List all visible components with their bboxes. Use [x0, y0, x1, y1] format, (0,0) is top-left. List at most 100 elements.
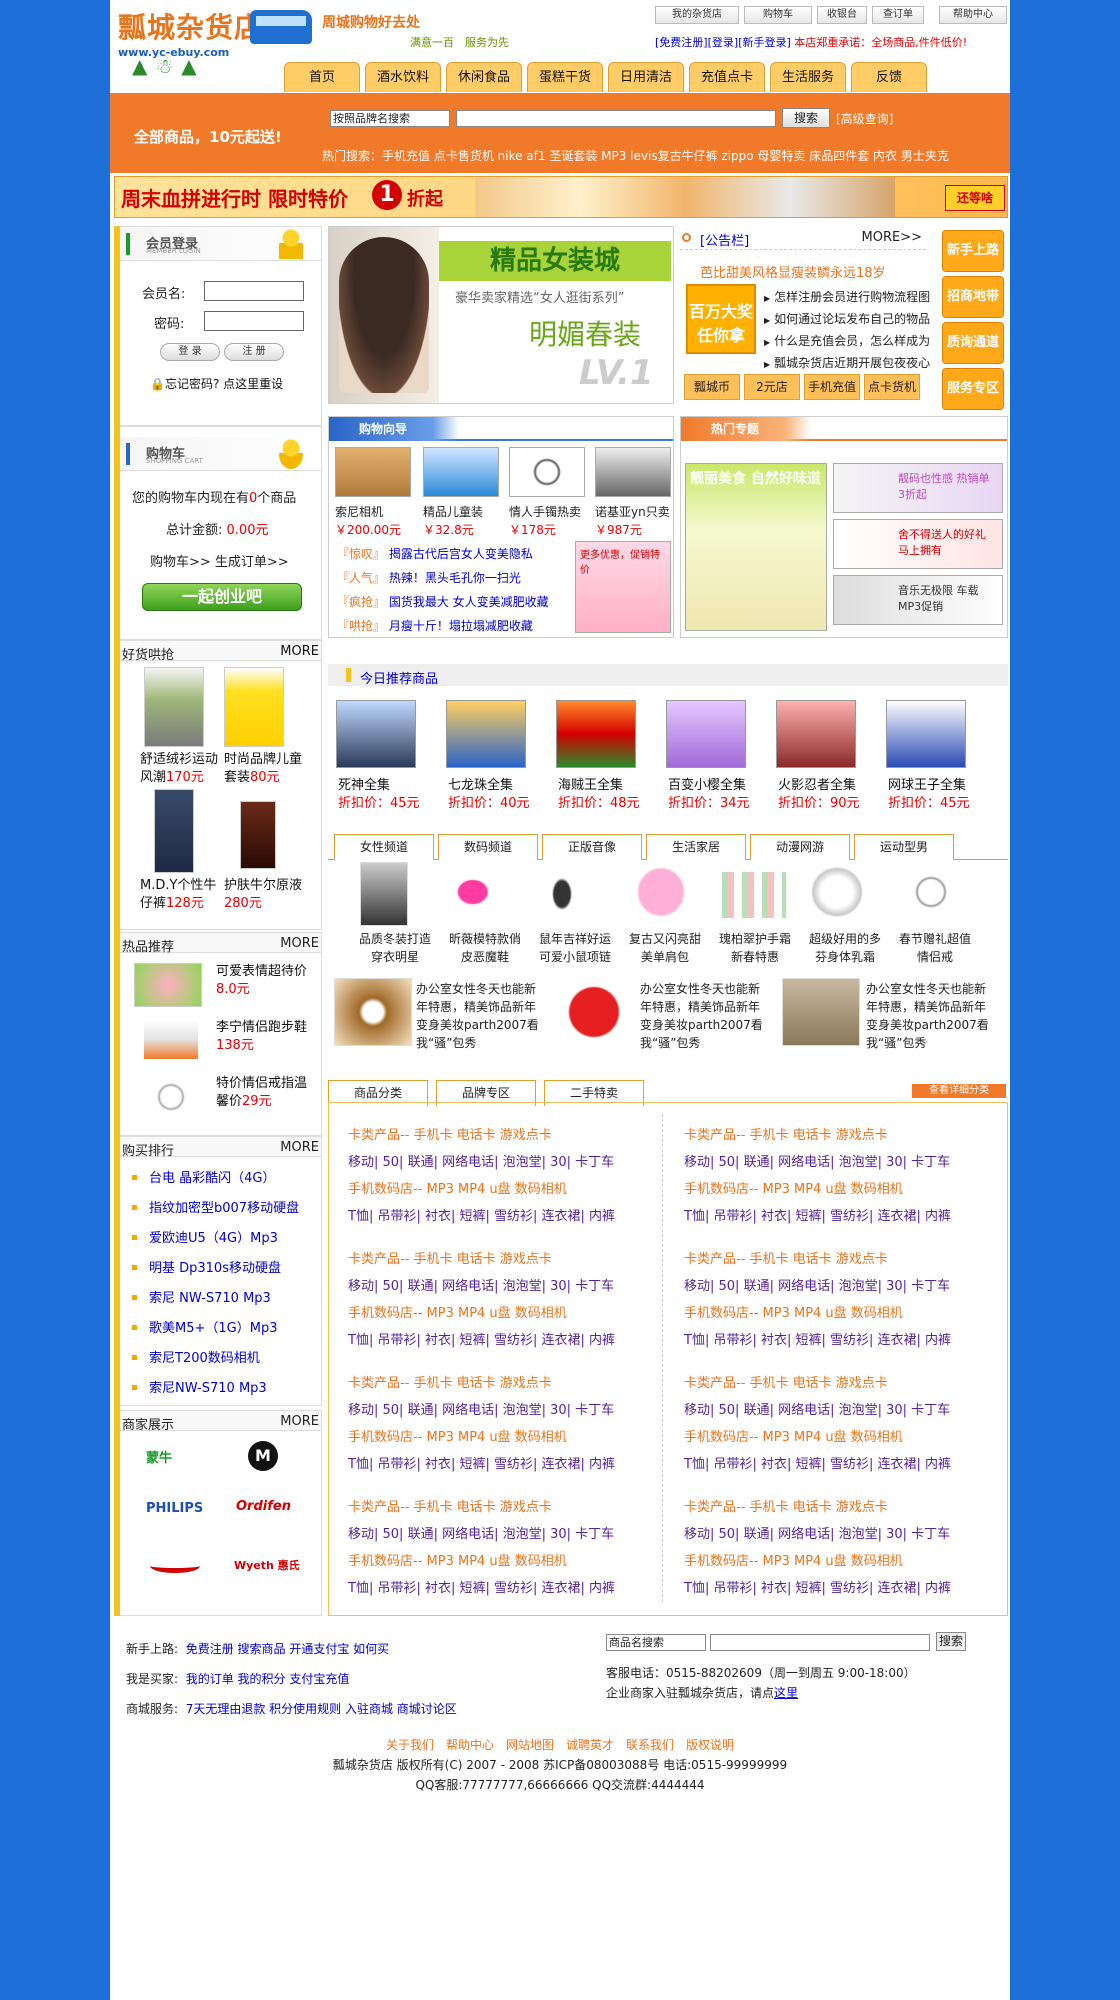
product-image[interactable] [334, 978, 412, 1046]
product-image[interactable] [144, 1019, 198, 1059]
anime-name[interactable]: 火影忍者全集 [778, 774, 856, 793]
rank-item[interactable]: 索尼NW-S710 Mp3 [120, 1377, 320, 1396]
product-image[interactable] [360, 862, 408, 926]
checkout-button[interactable]: 收银台 [817, 6, 867, 24]
tab-sports[interactable]: 运动型男 [854, 834, 954, 860]
rank-item[interactable]: 爱欧迪U5（4G）Mp3 [120, 1227, 320, 1246]
tab-digital[interactable]: 数码频道 [438, 834, 538, 860]
nav-drinks[interactable]: 酒水饮料 [365, 62, 441, 92]
password-input[interactable] [204, 311, 304, 331]
footer-search-select[interactable]: 商品名搜索 [606, 1634, 706, 1651]
ordifen-logo[interactable]: Ordifen [236, 1499, 291, 1514]
card-machine-button[interactable]: 点卡货机 [864, 374, 920, 400]
login-button[interactable]: 登 录 [160, 343, 220, 361]
footer-links[interactable]: 免费注册 搜索商品 开通支付宝 如何买 [186, 1642, 389, 1656]
category-link[interactable]: 手机数码店-- MP3 MP4 u盘 数码相机 [684, 1426, 903, 1445]
channel-item-name[interactable]: 品质冬装打造穿衣明星 [354, 930, 436, 966]
good-goods-more[interactable]: MORE [280, 644, 319, 659]
category-link[interactable]: 移动| 50| 联通| 网络电话| 泡泡堂| 30| 卡丁车 [684, 1151, 950, 1170]
category-link[interactable]: T恤| 吊带衫| 衬衣| 短裤| 雪纺衫| 连衣裙| 内裤 [348, 1329, 615, 1348]
promo-text[interactable]: 办公室女性冬天也能新年特惠，精美饰品新年变身美妆parth2007看我“骚”包秀 [866, 980, 990, 1052]
notice-item[interactable]: 如何通过论坛发布自己的物品 [764, 310, 930, 327]
register-button[interactable]: 注 册 [224, 343, 284, 361]
nav-cakes[interactable]: 蛋糕干货 [527, 62, 603, 92]
ycoin-button[interactable]: 瓢城币 [684, 374, 740, 400]
rank-item[interactable]: 歌美M5+（1G）Mp3 [120, 1317, 320, 1336]
footer-search-input[interactable] [710, 1634, 930, 1651]
lining-logo[interactable] [150, 1559, 200, 1573]
channel-item-name[interactable]: 瑰柏翠护手霜新春特惠 [714, 930, 796, 966]
food-promo[interactable]: 靓丽美食 自然好味道 [685, 463, 827, 631]
anime-name[interactable]: 网球王子全集 [888, 774, 966, 793]
nav-feedback[interactable]: 反馈 [851, 62, 927, 92]
category-link[interactable]: 移动| 50| 联通| 网络电话| 泡泡堂| 30| 卡丁车 [348, 1399, 614, 1418]
product-image[interactable] [224, 667, 284, 747]
product-name[interactable]: 时尚品牌儿童套装80元 [224, 751, 308, 787]
anime-name[interactable]: 七龙珠全集 [448, 774, 513, 793]
category-link[interactable]: T恤| 吊带衫| 衬衣| 短裤| 雪纺衫| 连衣裙| 内裤 [684, 1205, 951, 1224]
tab-female[interactable]: 女性频道 [334, 834, 434, 860]
featured-banner[interactable]: 精品女装城 豪华卖家精选“女人逛街系列” 明媚春装 LV.1 [328, 226, 674, 404]
product-image[interactable] [714, 872, 786, 918]
product-image[interactable] [560, 978, 628, 1046]
category-link[interactable]: 卡类产品-- 手机卡 电话卡 游戏点卡 [684, 1248, 888, 1267]
category-link[interactable]: 移动| 50| 联通| 网络电话| 泡泡堂| 30| 卡丁车 [684, 1399, 950, 1418]
notice-item[interactable]: 什么是充值会员，怎么样成为 [764, 332, 930, 349]
investment-button[interactable]: 招商地带 [942, 276, 1004, 318]
guide-link[interactable]: 『惊叹』 揭露古代后宫女人变美隐私 [337, 545, 533, 562]
product-image[interactable] [240, 801, 276, 869]
product-image[interactable] [154, 789, 194, 873]
notice-item[interactable]: 怎样注册会员进行购物流程图 [764, 288, 930, 305]
category-link[interactable]: 卡类产品-- 手机卡 电话卡 游戏点卡 [348, 1496, 552, 1515]
newbie-login-link[interactable]: [新手登录] [738, 36, 791, 49]
username-input[interactable] [204, 281, 304, 301]
advanced-search-link[interactable]: [高级查询] [836, 110, 893, 127]
tab-anime-games[interactable]: 动漫网游 [750, 834, 850, 860]
category-link[interactable]: 手机数码店-- MP3 MP4 u盘 数码相机 [348, 1426, 567, 1445]
search-input[interactable] [456, 110, 776, 127]
promo-text[interactable]: 办公室女性冬天也能新年特惠，精美饰品新年变身美妆parth2007看我“骚”包秀 [640, 980, 764, 1052]
category-link[interactable]: T恤| 吊带衫| 衬衣| 短裤| 雪纺衫| 连衣裙| 内裤 [684, 1329, 951, 1348]
category-link[interactable]: T恤| 吊带衫| 衬衣| 短裤| 雪纺衫| 连衣裙| 内裤 [348, 1577, 615, 1596]
category-link[interactable]: 手机数码店-- MP3 MP4 u盘 数码相机 [348, 1178, 567, 1197]
anime-name[interactable]: 百变小樱全集 [668, 774, 746, 793]
product-name[interactable]: 情人手镯热卖 [509, 503, 581, 520]
notice-more[interactable]: MORE>> [862, 230, 922, 245]
product-image[interactable] [900, 862, 962, 922]
wyeth-logo[interactable]: Wyeth 惠氏 [234, 1557, 300, 1573]
mp3-promo[interactable]: 音乐无极限 车载MP3促销 [833, 575, 1003, 625]
philips-logo[interactable]: PHILIPS [146, 1501, 203, 1516]
rank-item[interactable]: 台电 晶彩酷闪（4G） [120, 1167, 320, 1186]
category-link[interactable]: 移动| 50| 联通| 网络电话| 泡泡堂| 30| 卡丁车 [684, 1523, 950, 1542]
cart-button[interactable]: 购物车 [744, 6, 812, 24]
anime-image[interactable] [776, 700, 856, 768]
baby-promo[interactable]: 更多优惠，促销特价 [575, 541, 671, 633]
rank-item[interactable]: 索尼T200数码相机 [120, 1347, 320, 1366]
category-link[interactable]: T恤| 吊带衫| 衬衣| 短裤| 雪纺衫| 连衣裙| 内裤 [684, 1453, 951, 1472]
category-link[interactable]: 手机数码店-- MP3 MP4 u盘 数码相机 [684, 1302, 903, 1321]
category-link[interactable]: 卡类产品-- 手机卡 电话卡 游戏点卡 [684, 1124, 888, 1143]
footer-nav-links[interactable]: 关于我们 帮助中心 网站地图 诚聘英才 联系我们 版权说明 [110, 1736, 1010, 1753]
help-center-button[interactable]: 帮助中心 [939, 6, 1007, 24]
category-link[interactable]: 手机数码店-- MP3 MP4 u盘 数码相机 [684, 1178, 903, 1197]
newbie-button[interactable]: 新手上路 [942, 230, 1004, 272]
phone-recharge-button[interactable]: 手机充值 [804, 374, 860, 400]
cart-steps[interactable]: 购物车>> 生成订单>> [150, 551, 289, 570]
guide-link[interactable]: 『疯抢』 国货我最大 女人变美减肥收藏 [337, 593, 549, 610]
category-link[interactable]: 移动| 50| 联通| 网络电话| 泡泡堂| 30| 卡丁车 [684, 1275, 950, 1294]
nav-cleaning[interactable]: 日用清洁 [608, 62, 684, 92]
merchants-more[interactable]: MORE [280, 1414, 319, 1429]
product-image[interactable] [144, 1077, 198, 1117]
category-link[interactable]: T恤| 吊带衫| 衬衣| 短裤| 雪纺衫| 连衣裙| 内裤 [348, 1453, 615, 1472]
product-name[interactable]: 诺基亚yn只卖 [595, 503, 670, 520]
product-name[interactable]: M.D.Y个性牛仔裤128元 [140, 877, 224, 913]
product-image[interactable] [509, 447, 585, 497]
category-link[interactable]: 卡类产品-- 手机卡 电话卡 游戏点卡 [348, 1372, 552, 1391]
join-here-link[interactable]: 这里 [774, 1686, 798, 1700]
reset-link[interactable]: 点这里重设 [223, 377, 283, 391]
sexy-promo[interactable]: 靓码也性感 热销单 3折起 [833, 463, 1003, 513]
order-query-button[interactable]: 查订单 [872, 6, 924, 24]
anime-image[interactable] [886, 700, 966, 768]
search-button[interactable]: 搜索 [782, 108, 830, 128]
prize-badge[interactable]: 百万大奖 任你拿 [686, 284, 756, 354]
